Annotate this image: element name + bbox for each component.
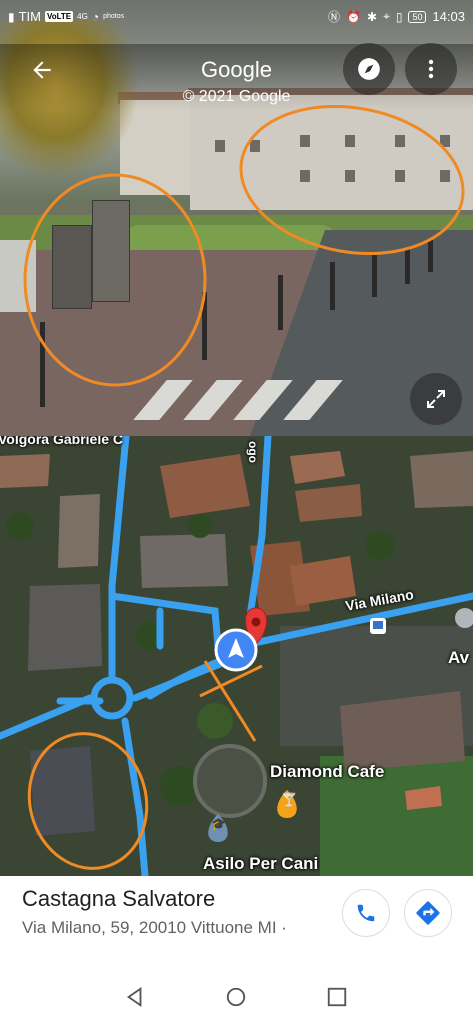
poi-label-asilo: Asilo Per Cani xyxy=(203,854,319,873)
status-bar: ▮ TIM VoLTE 4G ◔ photos Ⓝ ⏰ ✱ ⌖ ▯ 50 14:… xyxy=(0,0,473,34)
poi-label-diamond-cafe: Diamond Cafe xyxy=(270,762,385,781)
poi-label-edge: Av xyxy=(448,648,470,667)
building-roof xyxy=(140,534,228,588)
place-address: Via Milano, 59, 20010 Vittuone MI · xyxy=(22,918,287,937)
compass-button[interactable] xyxy=(343,43,395,95)
map-label-vertical: ogo xyxy=(246,441,260,463)
tree xyxy=(365,531,395,561)
vibrate-icon: ▯ xyxy=(395,9,403,24)
more-vert-icon xyxy=(428,59,434,79)
clock: 14:03 xyxy=(432,9,465,24)
network-type: 4G xyxy=(77,12,88,21)
cafe-icon: 🍸 xyxy=(281,792,298,807)
roundabout-plaza xyxy=(193,744,267,818)
school-icon: 🎓 xyxy=(211,817,226,831)
directions-button[interactable] xyxy=(404,889,452,937)
tree xyxy=(188,514,212,538)
more-options-button[interactable] xyxy=(405,43,457,95)
alarm-icon: ⏰ xyxy=(346,9,361,24)
bus-stop-icon-inner xyxy=(373,621,383,629)
phone-icon xyxy=(357,904,375,922)
street-view-title: Google xyxy=(201,57,272,82)
back-arrow-icon xyxy=(33,61,51,79)
building-roof xyxy=(28,584,102,671)
bluetooth-icon: ✱ xyxy=(367,9,378,24)
photos-notification: photos xyxy=(103,13,125,20)
signal-icon: ▮ xyxy=(8,9,15,24)
location-pin-dot xyxy=(251,617,261,627)
nav-recents-button[interactable] xyxy=(326,986,348,1013)
place-name: Castagna Salvatore xyxy=(22,886,216,911)
nav-home-icon xyxy=(226,987,246,1007)
compass-icon xyxy=(358,58,380,80)
carrier-name: TIM xyxy=(18,9,41,24)
back-button[interactable] xyxy=(22,50,62,90)
building-roof xyxy=(58,494,100,568)
wifi-icon: ◔ xyxy=(91,9,100,24)
nav-back-button[interactable] xyxy=(124,986,146,1013)
map-canvas xyxy=(0,436,473,876)
map-view[interactable]: Volgora Gabriele C ogo Via Milano Diamon… xyxy=(0,436,473,876)
nav-recents-icon xyxy=(327,987,347,1007)
location-icon: ⌖ xyxy=(383,9,390,23)
volte-badge: VoLTE xyxy=(45,11,74,22)
nav-back-icon xyxy=(126,987,142,1007)
annotation-circle xyxy=(239,104,465,256)
map-label-top-left: Volgora Gabriele C xyxy=(0,436,123,447)
battery-indicator: 50 xyxy=(408,10,427,23)
call-button[interactable] xyxy=(342,889,390,937)
expand-button[interactable] xyxy=(410,373,462,425)
tree xyxy=(197,703,233,739)
directions-icon xyxy=(416,901,440,925)
nav-home-button[interactable] xyxy=(225,986,247,1013)
building-roof xyxy=(0,454,50,488)
annotation-circle xyxy=(23,173,207,387)
expand-icon xyxy=(427,390,445,408)
building-roof xyxy=(410,451,473,508)
copyright-text: © 2021 Google xyxy=(182,88,291,105)
nfc-icon: Ⓝ xyxy=(328,10,341,24)
tree xyxy=(6,512,34,540)
